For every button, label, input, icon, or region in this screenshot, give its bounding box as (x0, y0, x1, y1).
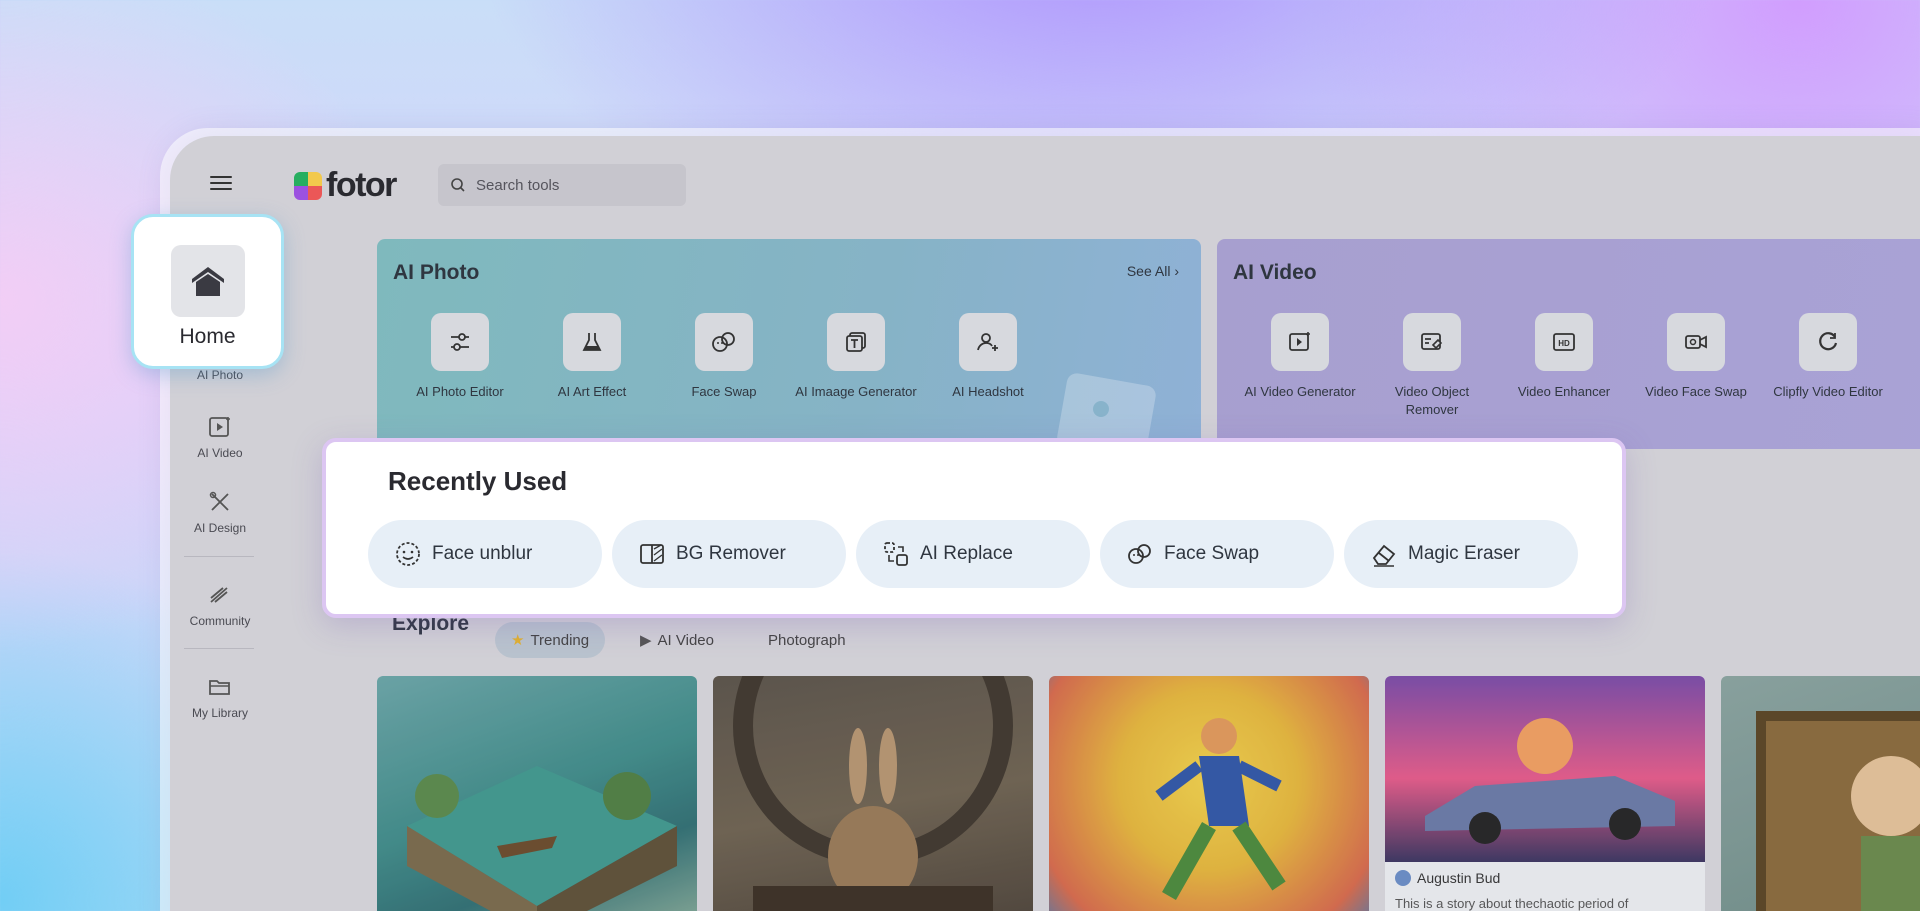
search-bar[interactable] (438, 164, 686, 206)
sidebar-item-label: Community (189, 614, 251, 628)
tool-ai-image-generator[interactable]: AI Imaage Generator (791, 313, 921, 401)
tool-label: AI Imaage Generator (795, 384, 917, 399)
recent-item-label: AI Replace (920, 543, 1013, 564)
see-all-link[interactable]: See All › (1127, 263, 1179, 279)
ai-video-title: AI Video (1233, 261, 1317, 284)
recently-used-title: Recently Used (388, 466, 568, 496)
sliders-icon (451, 333, 469, 351)
sidebar-divider (184, 648, 254, 649)
folder-icon (209, 680, 230, 695)
home-label: Home (179, 325, 236, 348)
tab-label: Trending (530, 631, 590, 649)
logo-text: fotor (326, 166, 397, 204)
recent-item-label: BG Remover (676, 543, 786, 564)
sidebar-item-label: AI Design (193, 521, 247, 535)
tool-ai-art-effect[interactable]: AI Art Effect (527, 313, 657, 401)
tool-label: AI Photo Editor (416, 384, 504, 399)
tab-label: AI Video (657, 631, 714, 649)
tab-label: Photograph (768, 631, 846, 649)
ai-photo-card: AI Photo See All › AI Photo Editor AI Ar… (377, 239, 1201, 449)
home-icon (191, 267, 224, 296)
face-unblur-icon (396, 542, 420, 566)
search-input[interactable] (476, 176, 656, 194)
sidebar-item-my-library[interactable]: My Library (170, 674, 270, 720)
tool-label: Clipfly Video Editor (1773, 384, 1883, 399)
sidebar-item-label: My Library (191, 706, 248, 720)
recent-item-magic-eraser[interactable]: Magic Eraser (1344, 520, 1578, 588)
tool-ai-photo-editor[interactable]: AI Photo Editor (395, 313, 525, 401)
home-nav-card[interactable]: Home (131, 214, 284, 369)
sidebar-divider (184, 556, 254, 557)
sidebar-item-community[interactable]: Community (170, 582, 270, 628)
tool-label: Face Swap (691, 384, 757, 399)
tool-face-swap[interactable]: Face Swap (659, 313, 789, 401)
sidebar-item-ai-design[interactable]: AI Design (170, 489, 270, 535)
recent-item-ai-replace[interactable]: AI Replace (856, 520, 1090, 588)
design-tools-icon (209, 491, 229, 511)
tab-ai-video[interactable]: ▶ AI Video (624, 622, 730, 658)
see-all-label: See All (1126, 263, 1171, 279)
tool-label: Video Enhancer (1517, 384, 1611, 399)
video-generator-icon (1289, 332, 1310, 351)
flask-icon (582, 333, 602, 351)
ai-photo-title: AI Photo (393, 261, 480, 284)
tool-label: AI Video Generator (1244, 384, 1356, 399)
tool-label: Video Object Remover (1394, 384, 1470, 417)
recent-item-label: Face unblur (432, 543, 533, 564)
fotor-logo[interactable]: fotor (294, 166, 397, 205)
hd-icon: HD (1553, 333, 1575, 351)
recent-item-face-unblur[interactable]: Face unblur (368, 520, 602, 588)
image-generator-icon (846, 332, 866, 352)
tool-label: Video Face Swap (1645, 384, 1747, 399)
recent-item-bg-remover[interactable]: BG Remover (612, 520, 846, 588)
image-decoration-icon (1057, 373, 1156, 449)
tool-label: AI Headshot (952, 384, 1024, 399)
tool-video-object-remover[interactable]: Video Object Remover (1367, 313, 1497, 419)
star-icon: ★ (511, 632, 525, 649)
sidebar-item-label: AI Photo (196, 368, 244, 382)
sidebar-item-label: AI Video (197, 446, 243, 460)
recent-item-label: Face Swap (1164, 543, 1260, 564)
logo-mark-icon (294, 171, 322, 200)
tool-video-face-swap[interactable]: Video Face Swap (1631, 313, 1761, 401)
ai-replace-icon (884, 542, 908, 566)
sidebar-item-ai-photo[interactable]: AI Photo (170, 368, 270, 382)
tool-ai-video-generator[interactable]: AI Video Generator (1235, 313, 1365, 401)
chevron-right-icon: › (1174, 263, 1179, 279)
sidebar-item-ai-video[interactable]: AI Video (170, 414, 270, 460)
recently-used-panel: Recently Used Face unblur BG Remover AI … (322, 438, 1626, 618)
explore-card-rabbit-pilot[interactable] (713, 676, 1033, 911)
tool-ai-headshot[interactable]: AI Headshot (923, 313, 1053, 401)
camera-icon: ▶ (640, 632, 652, 649)
tool-label: AI Art Effect (557, 384, 627, 399)
explore-card-fishing-island[interactable] (377, 676, 697, 911)
tab-trending[interactable]: ★ Trending (495, 622, 606, 658)
tool-video-enhancer[interactable]: HD Video Enhancer (1499, 313, 1629, 401)
explore-card-framed-portrait[interactable] (1721, 676, 1920, 911)
recent-item-label: Magic Eraser (1408, 543, 1520, 564)
tab-photograph[interactable]: Photograph (752, 622, 862, 658)
search-icon (451, 178, 465, 192)
explore-card-running-man[interactable] (1049, 676, 1369, 911)
hamburger-menu-icon[interactable] (210, 172, 232, 194)
face-swap-icon (712, 332, 735, 352)
object-remover-icon (1421, 333, 1443, 350)
user-plus-icon (977, 333, 998, 351)
video-face-swap-icon (1685, 335, 1707, 349)
community-icon (210, 587, 228, 603)
face-swap-icon (1128, 544, 1151, 564)
svg-text:HD: HD (1558, 339, 1570, 348)
clipfly-icon (1819, 332, 1838, 351)
bg-remover-icon (640, 544, 664, 564)
video-play-icon (209, 417, 230, 437)
explore-card-sports-car[interactable]: Augustin Bud This is a story about thech… (1385, 676, 1705, 911)
ai-video-card: AI Video AI Video Generator Video Object… (1217, 239, 1920, 449)
tool-clipfly-video-editor[interactable]: Clipfly Video Editor (1763, 313, 1893, 401)
recent-item-face-swap[interactable]: Face Swap (1100, 520, 1334, 588)
eraser-icon (1372, 544, 1396, 567)
